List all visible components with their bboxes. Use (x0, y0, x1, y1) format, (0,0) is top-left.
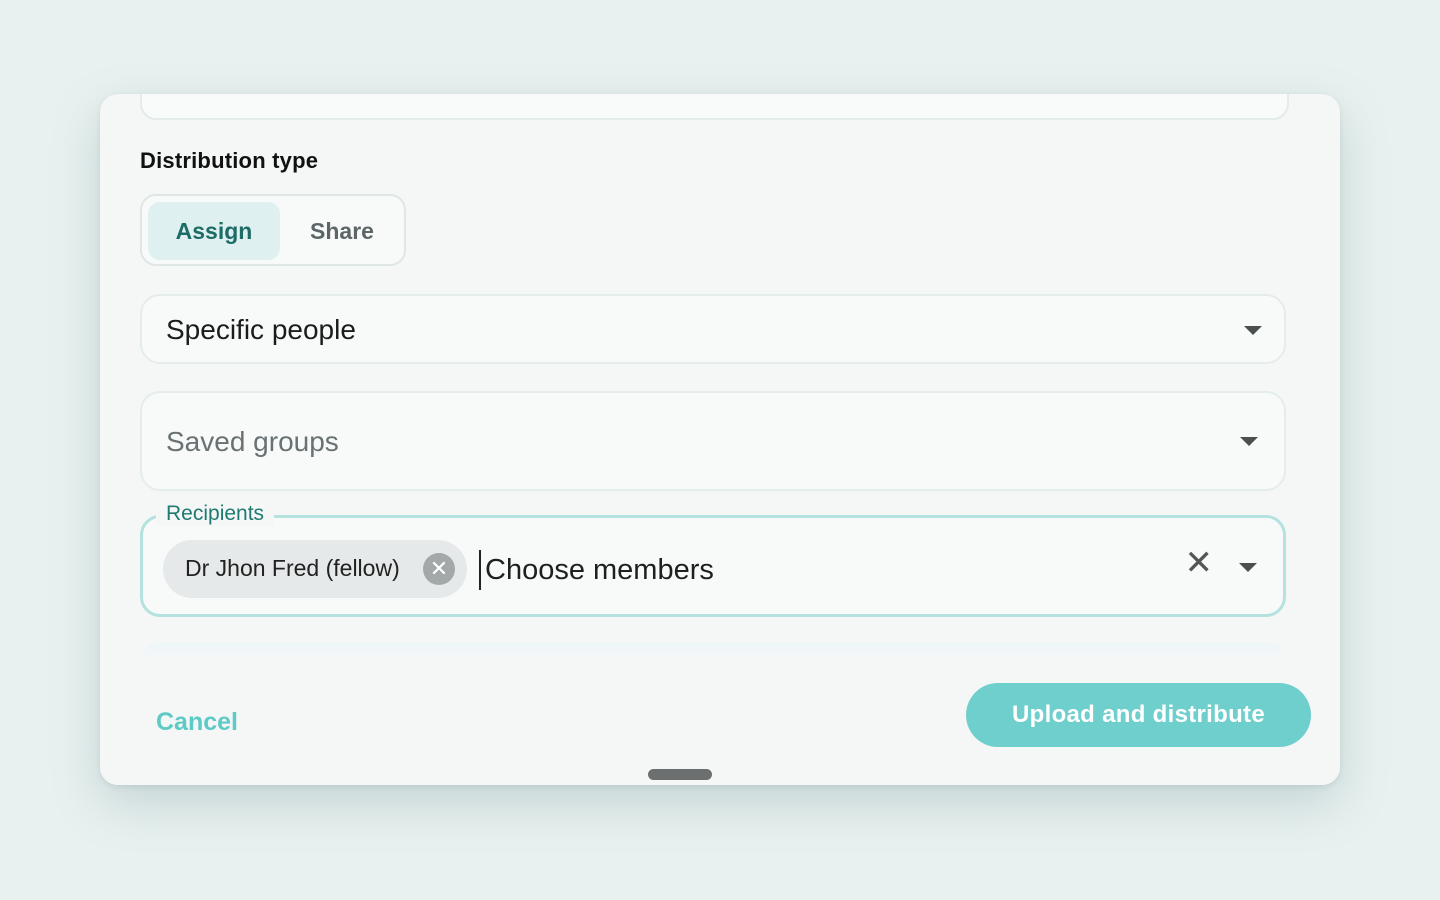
upload-and-distribute-button[interactable]: Upload and distribute (966, 683, 1311, 747)
members-input[interactable] (479, 550, 1165, 590)
upload-distribute-dialog: Distribution type Assign Share Specific … (100, 94, 1340, 785)
chevron-down-icon[interactable] (1239, 563, 1257, 572)
previous-field[interactable] (140, 94, 1289, 120)
drag-handle[interactable] (648, 769, 712, 780)
close-circle-icon[interactable]: ✕ (423, 553, 455, 585)
recipient-chip-label: Dr Jhon Fred (fellow) (185, 555, 400, 581)
tab-assign[interactable]: Assign (148, 202, 280, 260)
recipients-label: Recipients (156, 502, 275, 526)
recipients-field[interactable]: Dr Jhon Fred (fellow) ✕ ✕ (140, 515, 1286, 617)
chevron-down-icon (1244, 326, 1262, 335)
dialog-footer: Cancel Upload and distribute (100, 660, 1340, 785)
recipient-chip: Dr Jhon Fred (fellow) ✕ (163, 540, 467, 598)
distribution-type-toggle: Assign Share (140, 194, 406, 266)
chevron-down-icon (1240, 437, 1258, 446)
audience-select[interactable]: Specific people (140, 294, 1286, 364)
saved-groups-select[interactable]: Saved groups (140, 391, 1286, 491)
saved-groups-placeholder: Saved groups (166, 426, 339, 457)
audience-select-value: Specific people (166, 314, 356, 345)
section-title: Distribution type (140, 148, 319, 173)
tab-share[interactable]: Share (282, 202, 402, 260)
close-icon[interactable]: ✕ (1185, 546, 1214, 580)
cancel-button[interactable]: Cancel (156, 708, 238, 737)
